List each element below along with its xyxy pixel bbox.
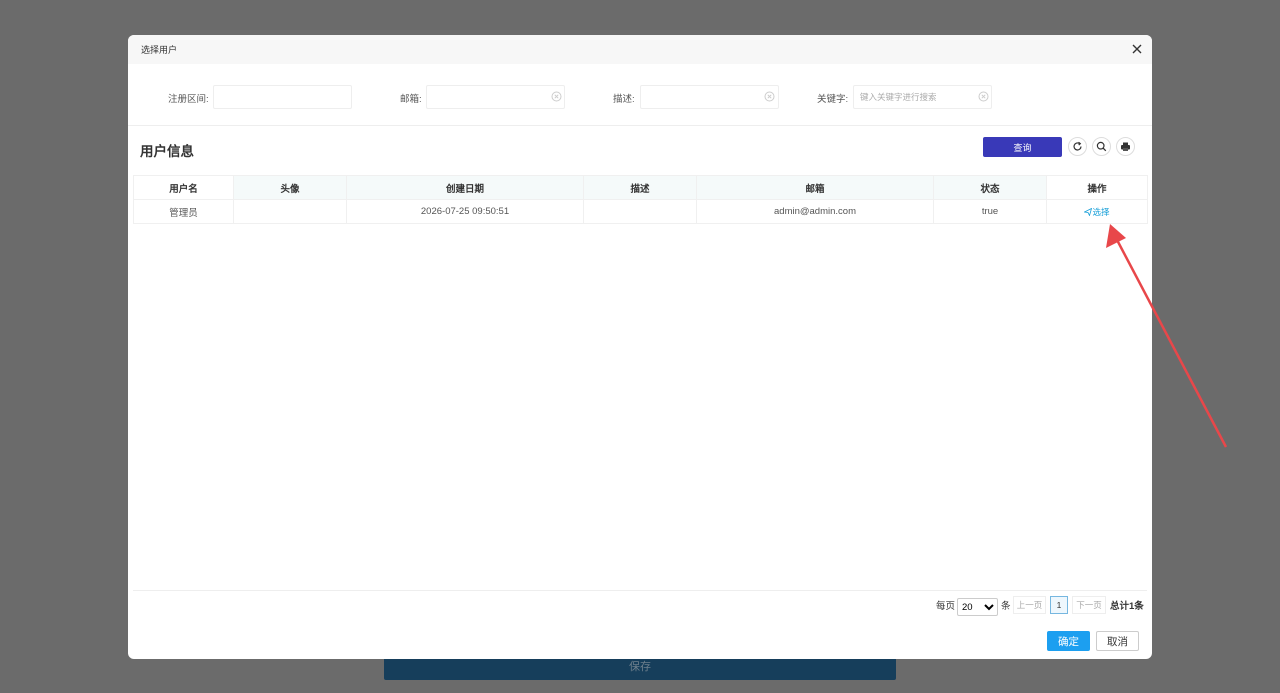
column-header[interactable]: 状态: [933, 175, 1047, 200]
select-label: 选择: [1092, 206, 1110, 217]
keyword-search-input[interactable]: [853, 85, 992, 109]
per-page-unit: 条: [1001, 601, 1011, 612]
refresh-icon: [1073, 141, 1082, 151]
cancel-button[interactable]: 取消: [1096, 631, 1139, 651]
reg-range-input[interactable]: [213, 85, 352, 109]
print-button[interactable]: [1116, 137, 1135, 156]
column-header[interactable]: 邮箱: [696, 175, 934, 200]
per-page-select[interactable]: 20: [957, 598, 998, 616]
next-page-button[interactable]: 下一页: [1072, 596, 1106, 614]
desc-filter-input[interactable]: [640, 85, 779, 109]
prev-page-button[interactable]: 上一页: [1013, 596, 1046, 614]
cell-action: 选择: [1046, 199, 1148, 224]
desc-filter-label: 描述:: [613, 94, 635, 105]
search-icon: [1096, 141, 1107, 152]
reg-range-label: 注册区间:: [168, 94, 209, 105]
dialog-header: 选择用户: [128, 35, 1152, 64]
cell-status: true: [933, 199, 1047, 224]
cell-username: 管理员: [133, 199, 234, 224]
query-button[interactable]: 查询: [983, 137, 1062, 157]
email-filter-label: 邮箱:: [400, 94, 422, 105]
total-count: 总计1条: [1110, 601, 1144, 612]
cell-description: [583, 199, 697, 224]
user-table: 用户名 头像 创建日期 描述 邮箱 状态 操作 管理员 2026-07-25 0…: [133, 175, 1148, 224]
column-header[interactable]: 创建日期: [346, 175, 584, 200]
column-header[interactable]: 头像: [233, 175, 347, 200]
section-title: 用户信息: [140, 144, 194, 159]
keyword-filter-label: 关键字:: [817, 94, 849, 105]
pager-divider: [133, 590, 1147, 591]
cell-avatar: [233, 199, 347, 224]
cell-email: admin@admin.com: [696, 199, 934, 224]
close-icon[interactable]: [1131, 43, 1143, 55]
table-row[interactable]: 管理员 2026-07-25 09:50:51 admin@admin.com …: [133, 199, 1148, 224]
column-header[interactable]: 描述: [583, 175, 697, 200]
column-header[interactable]: 用户名: [133, 175, 234, 200]
confirm-button[interactable]: 确定: [1047, 631, 1090, 651]
table-header-row: 用户名 头像 创建日期 描述 邮箱 状态 操作: [133, 175, 1148, 200]
cell-created-date: 2026-07-25 09:50:51: [346, 199, 584, 224]
clear-email-icon[interactable]: [551, 91, 562, 102]
per-page-label: 每页: [936, 601, 956, 612]
current-page[interactable]: 1: [1050, 596, 1068, 614]
search-button[interactable]: [1092, 137, 1111, 156]
clear-desc-icon[interactable]: [764, 91, 775, 102]
email-filter-input[interactable]: [426, 85, 565, 109]
clear-keyword-icon[interactable]: [978, 91, 989, 102]
printer-icon: [1121, 142, 1130, 151]
column-header[interactable]: 操作: [1046, 175, 1148, 200]
select-user-link[interactable]: 选择: [1083, 206, 1110, 217]
dialog-title: 选择用户: [141, 45, 178, 55]
select-user-dialog: 选择用户 注册区间: 邮箱: 描述: 关键字: 用户信息 查询 用户名 头像: [128, 35, 1152, 659]
refresh-button[interactable]: [1068, 137, 1087, 156]
